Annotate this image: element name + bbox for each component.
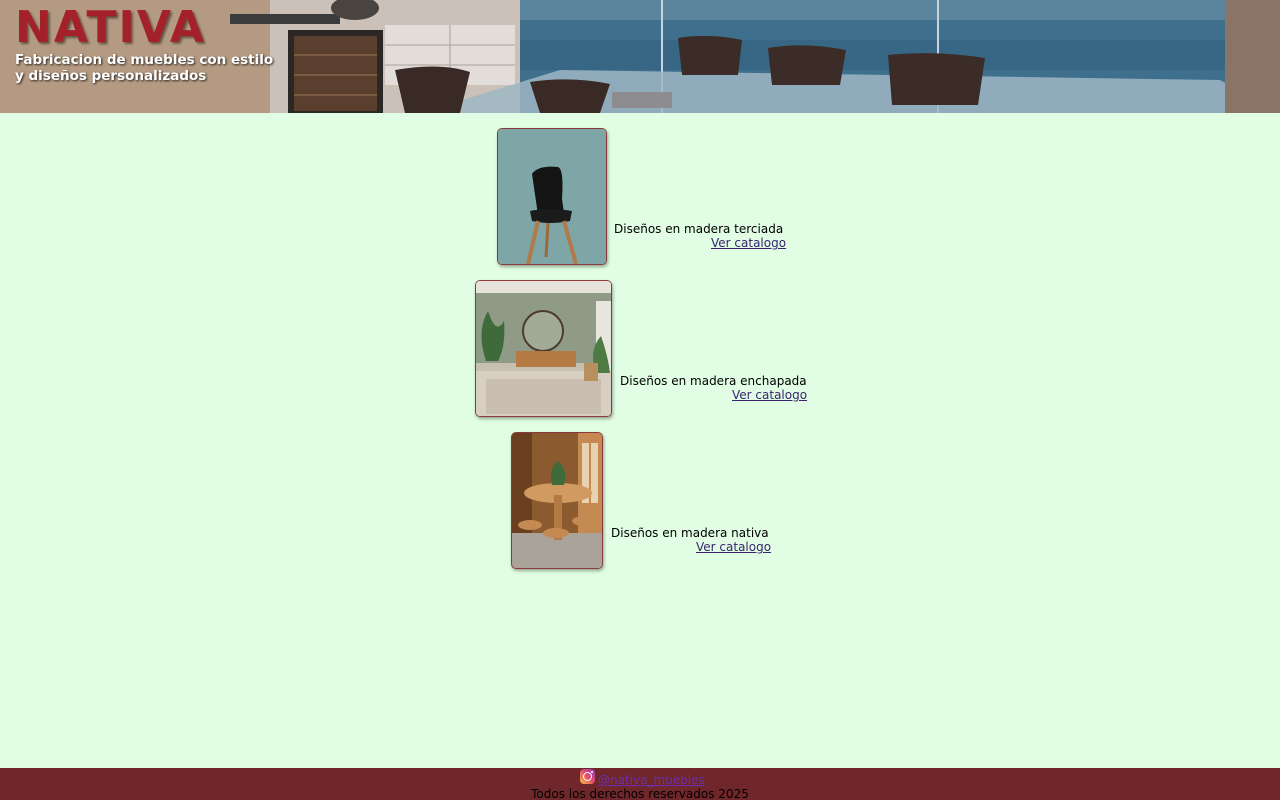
catalog-item-title: Diseños en madera nativa [611,526,769,540]
view-catalog-link[interactable]: Ver catalogo [696,540,771,554]
view-catalog-link[interactable]: Ver catalogo [711,236,786,250]
instagram-link[interactable]: @nativa_muebles [598,773,705,787]
chair-image[interactable] [497,128,607,265]
page: NATIVA Fabricacion de muebles con estilo… [0,0,1280,800]
catalog-item-title: Diseños en madera terciada [614,222,784,236]
footer: @nativa_muebles Todos los derechos reser… [0,768,1280,800]
dining-table-image[interactable] [511,432,603,569]
view-catalog-link[interactable]: Ver catalogo [732,388,807,402]
brand-tagline: Fabricacion de muebles con estilo y dise… [15,52,274,84]
header-banner: NATIVA Fabricacion de muebles con estilo… [0,0,1280,113]
instagram-icon[interactable] [580,769,595,784]
living-room-image[interactable] [475,280,612,417]
catalog-item-title: Diseños en madera enchapada [620,374,807,388]
copyright-text: Todos los derechos reservados 2025 [531,787,749,800]
brand-logo: NATIVA [15,2,206,53]
